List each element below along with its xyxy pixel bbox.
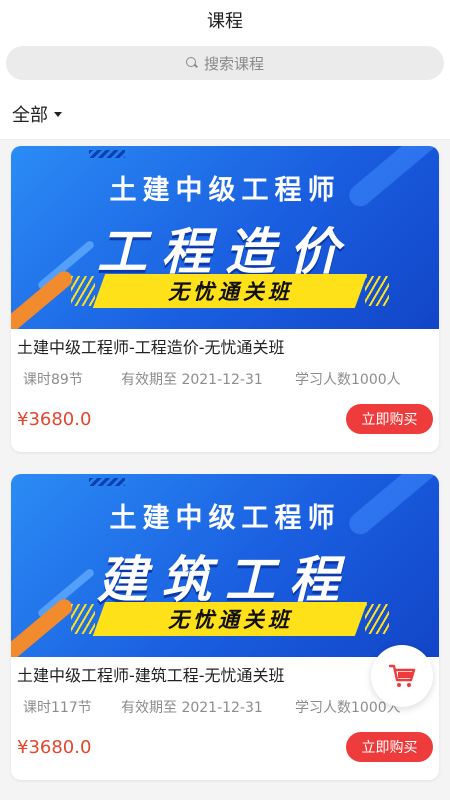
banner-decoration [71,276,95,306]
top-bar: 课程 [0,0,450,40]
banner-ribbon: 无忧通关班 [92,274,368,308]
course-card[interactable]: 土建中级工程师 工程造价 无忧通关班 土建中级工程师-工程造价-无忧通关班 课时… [11,146,439,452]
banner-decoration [89,478,125,486]
course-learners: 学习人数1000人 [295,372,401,388]
course-footer: ¥3680.0 立即购买 [11,404,439,434]
banner-ribbon-text: 无忧通关班 [167,608,293,632]
course-title[interactable]: 土建中级工程师-工程造价-无忧通关班 [17,337,433,359]
search-input[interactable]: 搜索课程 [6,46,444,80]
banner-decoration [71,604,95,634]
banner-decoration [89,150,125,158]
page-title: 课程 [207,11,243,32]
cart-button[interactable] [371,645,433,707]
buy-now-button[interactable]: 立即购买 [346,404,433,434]
course-price: ¥3680.0 [17,408,92,430]
banner-ribbon-text: 无忧通关班 [167,280,293,304]
banner-ribbon: 无忧通关班 [92,602,368,636]
category-filter: 全部 [0,88,450,140]
course-card[interactable]: 土建中级工程师 建筑工程 无忧通关班 土建中级工程师-建筑工程-无忧通关班 课时… [11,474,439,780]
cart-icon [388,664,416,687]
course-info: 土建中级工程师-工程造价-无忧通关班 课时89节 有效期至 2021-12-31… [11,329,439,389]
course-price: ¥3680.0 [17,736,92,758]
banner-line1: 土建中级工程师 [109,503,341,534]
course-meta: 课时117节 有效期至 2021-12-31 学习人数1000人 [17,697,433,717]
course-footer: ¥3680.0 立即购买 [11,732,439,762]
caret-down-icon[interactable] [54,112,62,117]
search-placeholder: 搜索课程 [203,54,264,73]
banner-decoration [365,276,389,306]
banner-decoration [365,604,389,634]
banner-line1: 土建中级工程师 [109,175,341,206]
course-banner[interactable]: 土建中级工程师 建筑工程 无忧通关班 [11,474,439,657]
buy-now-button[interactable]: 立即购买 [346,732,433,762]
category-dropdown-label[interactable]: 全部 [12,101,48,127]
search-icon [185,57,198,69]
course-validity: 有效期至 2021-12-31 [121,372,263,388]
course-validity: 有效期至 2021-12-31 [121,700,263,716]
search-bar-container: 搜索课程 [0,40,450,88]
course-banner[interactable]: 土建中级工程师 工程造价 无忧通关班 [11,146,439,329]
course-lessons: 课时89节 [23,372,83,388]
course-lessons: 课时117节 [23,700,92,716]
course-meta: 课时89节 有效期至 2021-12-31 学习人数1000人 [17,369,433,389]
